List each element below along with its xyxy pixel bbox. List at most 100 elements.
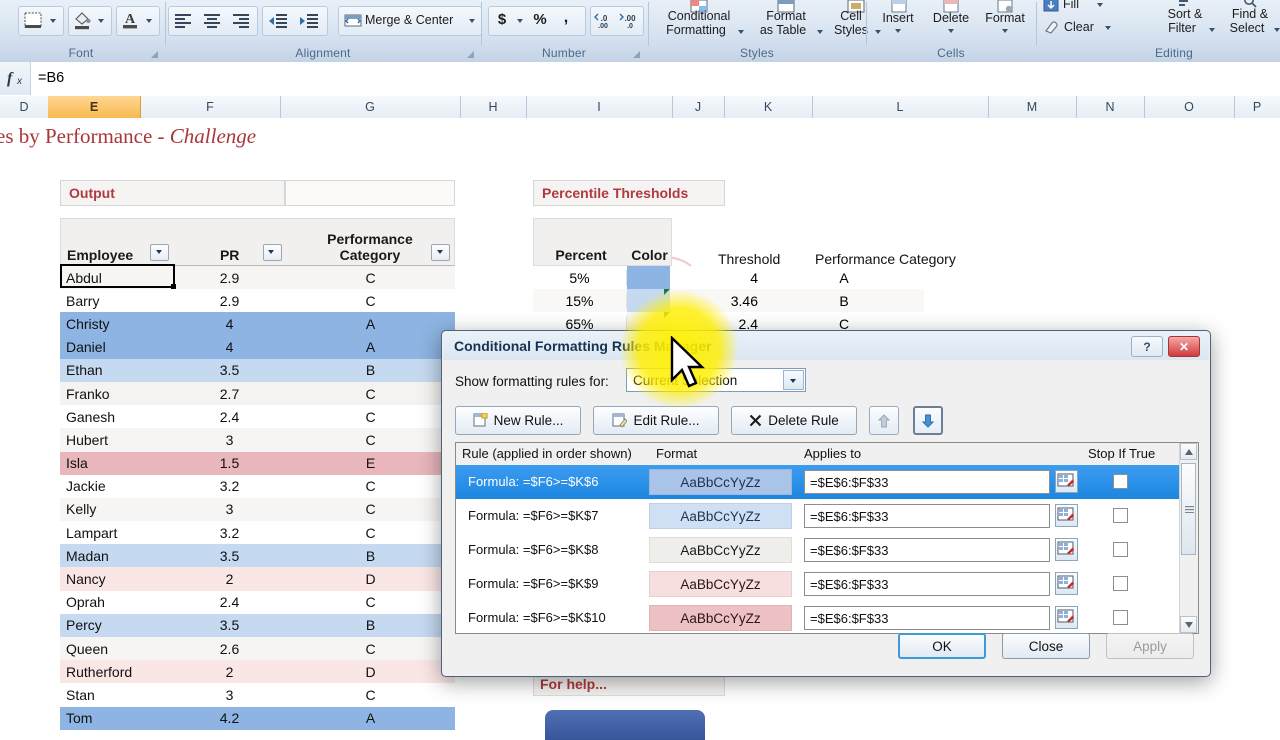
range-selector-icon[interactable] xyxy=(1055,504,1078,527)
cell-category[interactable]: B xyxy=(286,617,455,633)
table-row[interactable]: Kelly 3 C xyxy=(60,497,455,522)
cell-pr[interactable]: 2.4 xyxy=(173,594,286,610)
rule-format-preview[interactable]: AaBbCcYyZz xyxy=(649,537,792,563)
close-button[interactable]: Close xyxy=(1002,633,1090,659)
currency-button[interactable]: $ xyxy=(495,12,509,27)
column-header-E[interactable]: E xyxy=(48,96,141,118)
column-header-L[interactable]: L xyxy=(812,96,989,118)
rule-row[interactable]: Formula: =$F6>=$K$9 AaBbCcYyZz =$E$6:$F$33 xyxy=(456,567,1180,601)
cell-employee[interactable]: Ganesh xyxy=(60,409,173,425)
column-header-O[interactable]: O xyxy=(1144,96,1235,118)
align-left-icon[interactable] xyxy=(173,13,193,29)
percent-style-button[interactable]: % xyxy=(533,12,547,27)
cell-pr[interactable]: 2 xyxy=(173,571,286,587)
column-header-K[interactable]: K xyxy=(724,96,813,118)
ok-button[interactable]: OK xyxy=(898,633,986,659)
column-header-G[interactable]: G xyxy=(280,96,461,118)
cell-pr[interactable]: 4 xyxy=(173,339,286,355)
table-row[interactable]: Ganesh 2.4 C xyxy=(60,405,455,429)
cell-employee[interactable]: Christy xyxy=(60,316,173,332)
threshold-row[interactable]: 5% 4 A xyxy=(533,266,924,290)
stop-if-true-checkbox[interactable] xyxy=(1113,542,1128,557)
cell-pr[interactable]: 4 xyxy=(173,316,286,332)
table-row[interactable]: Ethan 3.5 B xyxy=(60,358,455,382)
merge-center-button[interactable]: Merge & Center xyxy=(338,6,482,36)
cell-color-swatch[interactable] xyxy=(627,266,670,290)
stop-if-true-checkbox[interactable] xyxy=(1113,508,1128,523)
scroll-down-button[interactable] xyxy=(1180,616,1197,633)
table-row[interactable]: Percy 3.5 B xyxy=(60,613,455,637)
range-selector-icon[interactable] xyxy=(1055,538,1078,561)
cell-percent[interactable]: 15% xyxy=(533,292,627,309)
cell-color-swatch[interactable] xyxy=(627,289,670,313)
formula-input[interactable]: =B6 xyxy=(38,70,64,86)
table-row[interactable]: Stan 3 C xyxy=(60,683,455,707)
cell-category[interactable]: A xyxy=(286,316,455,332)
conditional-formatting-button[interactable]: Conditional Formatting xyxy=(653,0,745,46)
cell-category[interactable]: D xyxy=(286,664,455,680)
scrollbar-thumb[interactable] xyxy=(1181,463,1196,555)
sort-filter-button[interactable]: Sort & Filter xyxy=(1154,0,1216,46)
cell-pr[interactable]: 2.9 xyxy=(173,270,286,286)
cell-pr[interactable]: 3.5 xyxy=(173,362,286,378)
cell-employee[interactable]: Hubert xyxy=(60,432,173,448)
table-row[interactable]: Franko 2.7 C xyxy=(60,381,455,406)
cell-employee[interactable]: Rutherford xyxy=(60,664,173,680)
fill-button[interactable]: Fill xyxy=(1043,0,1133,16)
table-row[interactable]: Abdul 2.9 C xyxy=(60,266,455,290)
table-row[interactable]: Tom 4.2 A xyxy=(60,706,455,730)
cell-pr[interactable]: 2.9 xyxy=(173,293,286,309)
cell-employee[interactable]: Abdul xyxy=(60,270,173,286)
filter-button-category[interactable] xyxy=(431,244,450,261)
cell-category[interactable]: D xyxy=(286,571,455,587)
increase-decimal-icon[interactable]: .0 .00 xyxy=(594,13,614,29)
rule-applies-to-input[interactable]: =$E$6:$F$33 xyxy=(804,470,1050,494)
move-down-button[interactable] xyxy=(913,406,943,435)
stop-if-true-checkbox[interactable] xyxy=(1113,576,1128,591)
cell-pr[interactable]: 3 xyxy=(173,687,286,703)
rule-applies-to-input[interactable]: =$E$6:$F$33 xyxy=(804,572,1050,596)
column-header-N[interactable]: N xyxy=(1076,96,1145,118)
table-row[interactable]: Lampart 3.2 C xyxy=(60,521,455,545)
cell-category[interactable]: C xyxy=(286,478,455,494)
dialog-titlebar[interactable]: Conditional Formatting Rules Manager ? ✕ xyxy=(443,332,1209,361)
column-header-D[interactable]: D xyxy=(0,96,49,118)
edit-rule-button[interactable]: Edit Rule... xyxy=(593,406,719,435)
decrease-indent-icon[interactable] xyxy=(268,13,288,29)
move-up-button[interactable] xyxy=(869,406,899,435)
chevron-down-icon[interactable] xyxy=(783,370,804,390)
rule-format-preview[interactable]: AaBbCcYyZz xyxy=(649,469,792,495)
comma-style-button[interactable]: , xyxy=(559,10,573,26)
cell-pr[interactable]: 2.6 xyxy=(173,641,286,657)
cell-threshold[interactable]: 3.46 xyxy=(670,293,764,309)
cell-pr[interactable]: 2 xyxy=(173,664,286,680)
insert-function-button[interactable]: f x xyxy=(0,62,31,95)
cell-category[interactable]: E xyxy=(286,455,455,471)
cell-category[interactable]: A xyxy=(286,339,455,355)
cell-category[interactable]: B xyxy=(286,548,455,564)
cell-employee[interactable]: Queen xyxy=(60,641,173,657)
cell-category[interactable]: A xyxy=(286,710,455,726)
cell-pr[interactable]: 4.2 xyxy=(173,710,286,726)
format-cells-button[interactable]: Format xyxy=(979,0,1031,46)
column-header-M[interactable]: M xyxy=(988,96,1077,118)
cell-threshold-category[interactable]: A xyxy=(764,270,924,286)
cell-employee[interactable]: Nancy xyxy=(60,571,173,587)
cell-pr[interactable]: 3 xyxy=(173,432,286,448)
stop-if-true-checkbox[interactable] xyxy=(1113,610,1128,625)
increase-indent-icon[interactable] xyxy=(299,13,319,29)
rule-row[interactable]: Formula: =$F6>=$K$7 AaBbCcYyZz =$E$6:$F$33 xyxy=(456,499,1180,533)
find-select-button[interactable]: Find & Select xyxy=(1219,0,1280,46)
cell-pr[interactable]: 2.7 xyxy=(173,386,286,402)
column-header-P[interactable]: P xyxy=(1234,96,1280,118)
cell-employee[interactable]: Jackie xyxy=(60,478,173,494)
decrease-decimal-icon[interactable]: .00 .0 xyxy=(619,13,639,29)
cell-pr[interactable]: 3.5 xyxy=(173,617,286,633)
rule-applies-to-input[interactable]: =$E$6:$F$33 xyxy=(804,606,1050,630)
cell-employee[interactable]: Lampart xyxy=(60,525,173,541)
rule-applies-to-input[interactable]: =$E$6:$F$33 xyxy=(804,504,1050,528)
cell-category[interactable]: B xyxy=(286,362,455,378)
cell-pr[interactable]: 3 xyxy=(173,501,286,517)
font-dialog-launcher-icon[interactable] xyxy=(150,50,159,59)
table-row[interactable]: Hubert 3 C xyxy=(60,428,455,452)
